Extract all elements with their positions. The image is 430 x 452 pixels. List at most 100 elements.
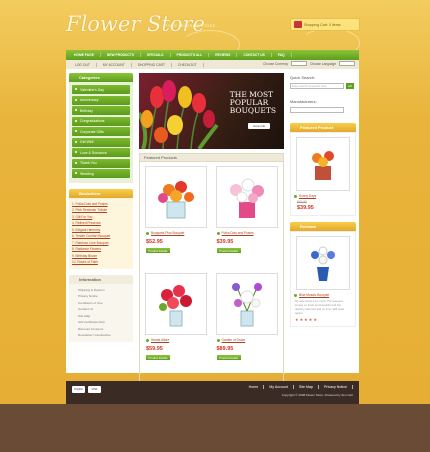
product-name-link[interactable]: Hearts Allure bbox=[143, 338, 210, 342]
category-item[interactable]: Wedding bbox=[72, 169, 130, 178]
bestseller-item[interactable]: 10. Roses of Faith bbox=[72, 259, 130, 266]
product-price: $52.95 bbox=[146, 239, 163, 245]
product-name: Garden of Grace bbox=[221, 338, 246, 342]
subnav-checkout[interactable]: CHECKOUT bbox=[172, 62, 204, 67]
subnav-my-account[interactable]: MY ACCOUNT bbox=[97, 62, 132, 67]
nav-new-products[interactable]: NEW PRODUCTS bbox=[101, 53, 142, 57]
bouquet-image bbox=[158, 181, 195, 219]
product-card: Garden of Grace $89.95 Product Details bbox=[214, 273, 281, 377]
reviews-title: Reviews bbox=[290, 222, 356, 231]
language-select[interactable] bbox=[339, 61, 355, 66]
search-go-button[interactable]: GO bbox=[346, 83, 354, 89]
product-name: Hearts Allure bbox=[151, 338, 170, 342]
currency-select[interactable] bbox=[290, 61, 307, 66]
cart-label: Shopping Cart: 0 items bbox=[304, 22, 341, 27]
bouquet-image bbox=[311, 246, 335, 281]
manufacturers-select[interactable] bbox=[290, 107, 344, 113]
product-image[interactable] bbox=[145, 166, 208, 228]
product-name: Polka Dots and Posies bbox=[221, 231, 254, 235]
bullet-icon bbox=[146, 231, 149, 235]
bouquet-image bbox=[159, 285, 193, 327]
product-image[interactable] bbox=[145, 273, 208, 335]
featured-product-link[interactable]: Sunny Days bbox=[291, 194, 355, 198]
paypal-logo: PayPal bbox=[72, 386, 85, 393]
right-column: Quick Search: Enter search keywords here… bbox=[290, 73, 356, 327]
main-nav: HOME PAGE NEW PRODUCTS SPECIALS PRODUCTS… bbox=[66, 50, 359, 60]
footer-links: Home My Account Site Map Privacy Notice bbox=[244, 385, 353, 389]
rating-stars: ★★★★★ bbox=[295, 317, 318, 322]
featured-products-grid: Bouquets Plus Bouquet $52.95 Product Det… bbox=[139, 162, 284, 382]
categories-title: Categories bbox=[69, 73, 133, 82]
product-price: $89.95 bbox=[216, 346, 234, 352]
product-image[interactable] bbox=[215, 166, 278, 228]
category-item[interactable]: Love & Romance bbox=[72, 148, 130, 157]
shopping-cart-button[interactable]: Shopping Cart: 0 items bbox=[290, 18, 360, 31]
product-name: Bouquets Plus Bouquet bbox=[151, 231, 185, 235]
nav-contact-us[interactable]: CONTACT US bbox=[237, 53, 272, 57]
nav-home[interactable]: HOME PAGE bbox=[68, 53, 101, 57]
review-text: My wife loved it so much. The bouquet lo… bbox=[295, 299, 345, 315]
footer: PayPal VISA Home My Account Site Map Pri… bbox=[66, 381, 359, 404]
footer-account-link[interactable]: My Account bbox=[264, 385, 294, 389]
visa-logo: VISA bbox=[88, 386, 101, 393]
bullet-icon bbox=[216, 338, 220, 342]
banner-text: THE MOST POPULAR BOUQUETS bbox=[230, 91, 276, 115]
featured-product-box: Sunny Days $45.95 $39.95 bbox=[290, 132, 356, 216]
featured-products-title: Featured Products bbox=[139, 153, 284, 162]
categories-list: Valentine's Day Anniversary Birthday Con… bbox=[69, 82, 133, 183]
footer-band bbox=[0, 404, 430, 452]
main-content: Categories Valentine's Day Anniversary B… bbox=[66, 69, 359, 382]
sub-nav: LOG OUT MY ACCOUNT SHOPPING CART CHECKOU… bbox=[66, 60, 359, 69]
category-item[interactable]: Birthday bbox=[72, 106, 130, 115]
currency-label: Choose Currency bbox=[263, 61, 288, 66]
subnav-logout[interactable]: LOG OUT bbox=[69, 62, 97, 67]
featured-product-name: Sunny Days bbox=[299, 194, 317, 198]
category-item[interactable]: Valentine's Day bbox=[72, 85, 130, 94]
bouquet-image bbox=[231, 283, 262, 327]
nav-specials[interactable]: SPECIALS bbox=[141, 53, 171, 57]
review-product-name: Blue Mosaic Bouquet bbox=[299, 293, 330, 297]
copyright: Copyright © 2008 Flower Store. Powered b… bbox=[281, 393, 353, 397]
nav-faq[interactable]: FAQ bbox=[272, 53, 292, 57]
tagline: YOUR FAVORITE STORE bbox=[165, 24, 216, 28]
nav-reviews[interactable]: REVIEWS bbox=[209, 53, 238, 57]
footer-privacy-link[interactable]: Privacy Notice bbox=[319, 385, 353, 389]
information-title: Information bbox=[69, 274, 133, 284]
bouquet-image bbox=[229, 178, 264, 218]
review-product-image[interactable] bbox=[296, 236, 350, 290]
product-name-link[interactable]: Polka Dots and Posies bbox=[214, 231, 281, 235]
product-card: Polka Dots and Posies $39.95 Product Det… bbox=[214, 166, 281, 270]
banner-more-button[interactable]: more info bbox=[248, 123, 270, 129]
search-input[interactable]: Enter search keywords here bbox=[290, 83, 344, 89]
product-card: Hearts Allure $59.95 Product Details bbox=[143, 273, 210, 377]
category-item[interactable]: Get Well bbox=[72, 137, 130, 147]
bullet-icon bbox=[294, 194, 297, 198]
bestsellers-list: 1. Polka Dots and Posies 2. Pink Reminde… bbox=[69, 197, 133, 269]
subnav-shopping-cart[interactable]: SHOPPING CART bbox=[132, 62, 173, 67]
product-details-button[interactable]: Product Details bbox=[146, 248, 170, 253]
footer-sitemap-link[interactable]: Site Map bbox=[294, 385, 320, 389]
product-price: $39.95 bbox=[216, 239, 234, 245]
category-item[interactable]: Anniversary bbox=[72, 95, 130, 105]
nav-products-all[interactable]: PRODUCTS ALL bbox=[171, 53, 210, 57]
product-details-button[interactable]: Product Details bbox=[216, 248, 241, 253]
product-name-link[interactable]: Garden of Grace bbox=[214, 338, 281, 342]
category-item[interactable]: Corporate Gifts bbox=[72, 127, 130, 136]
product-details-button[interactable]: Product Details bbox=[216, 355, 241, 360]
category-item[interactable]: Thank You bbox=[72, 158, 130, 168]
featured-product-image[interactable] bbox=[296, 137, 350, 191]
product-image[interactable] bbox=[215, 273, 278, 335]
bestsellers-title: Bestsellers bbox=[69, 188, 133, 198]
cart-icon bbox=[294, 21, 302, 28]
category-item[interactable]: Congratulations bbox=[72, 116, 130, 126]
quick-search-title: Quick Search: bbox=[290, 75, 316, 80]
info-item[interactable]: Newsletter Unsubscribe bbox=[72, 332, 130, 339]
promo-banner[interactable]: THE MOST POPULAR BOUQUETS more info bbox=[139, 73, 284, 149]
footer-home-link[interactable]: Home bbox=[244, 385, 265, 389]
product-price: $59.95 bbox=[146, 346, 163, 352]
manufacturers-title: Manufacturers: bbox=[290, 99, 317, 104]
product-name-link[interactable]: Bouquets Plus Bouquet bbox=[143, 231, 210, 235]
featured-product-title: Featured Product bbox=[290, 123, 356, 132]
product-details-button[interactable]: Product Details bbox=[146, 355, 170, 360]
center-column: THE MOST POPULAR BOUQUETS more info Feat… bbox=[139, 73, 284, 382]
